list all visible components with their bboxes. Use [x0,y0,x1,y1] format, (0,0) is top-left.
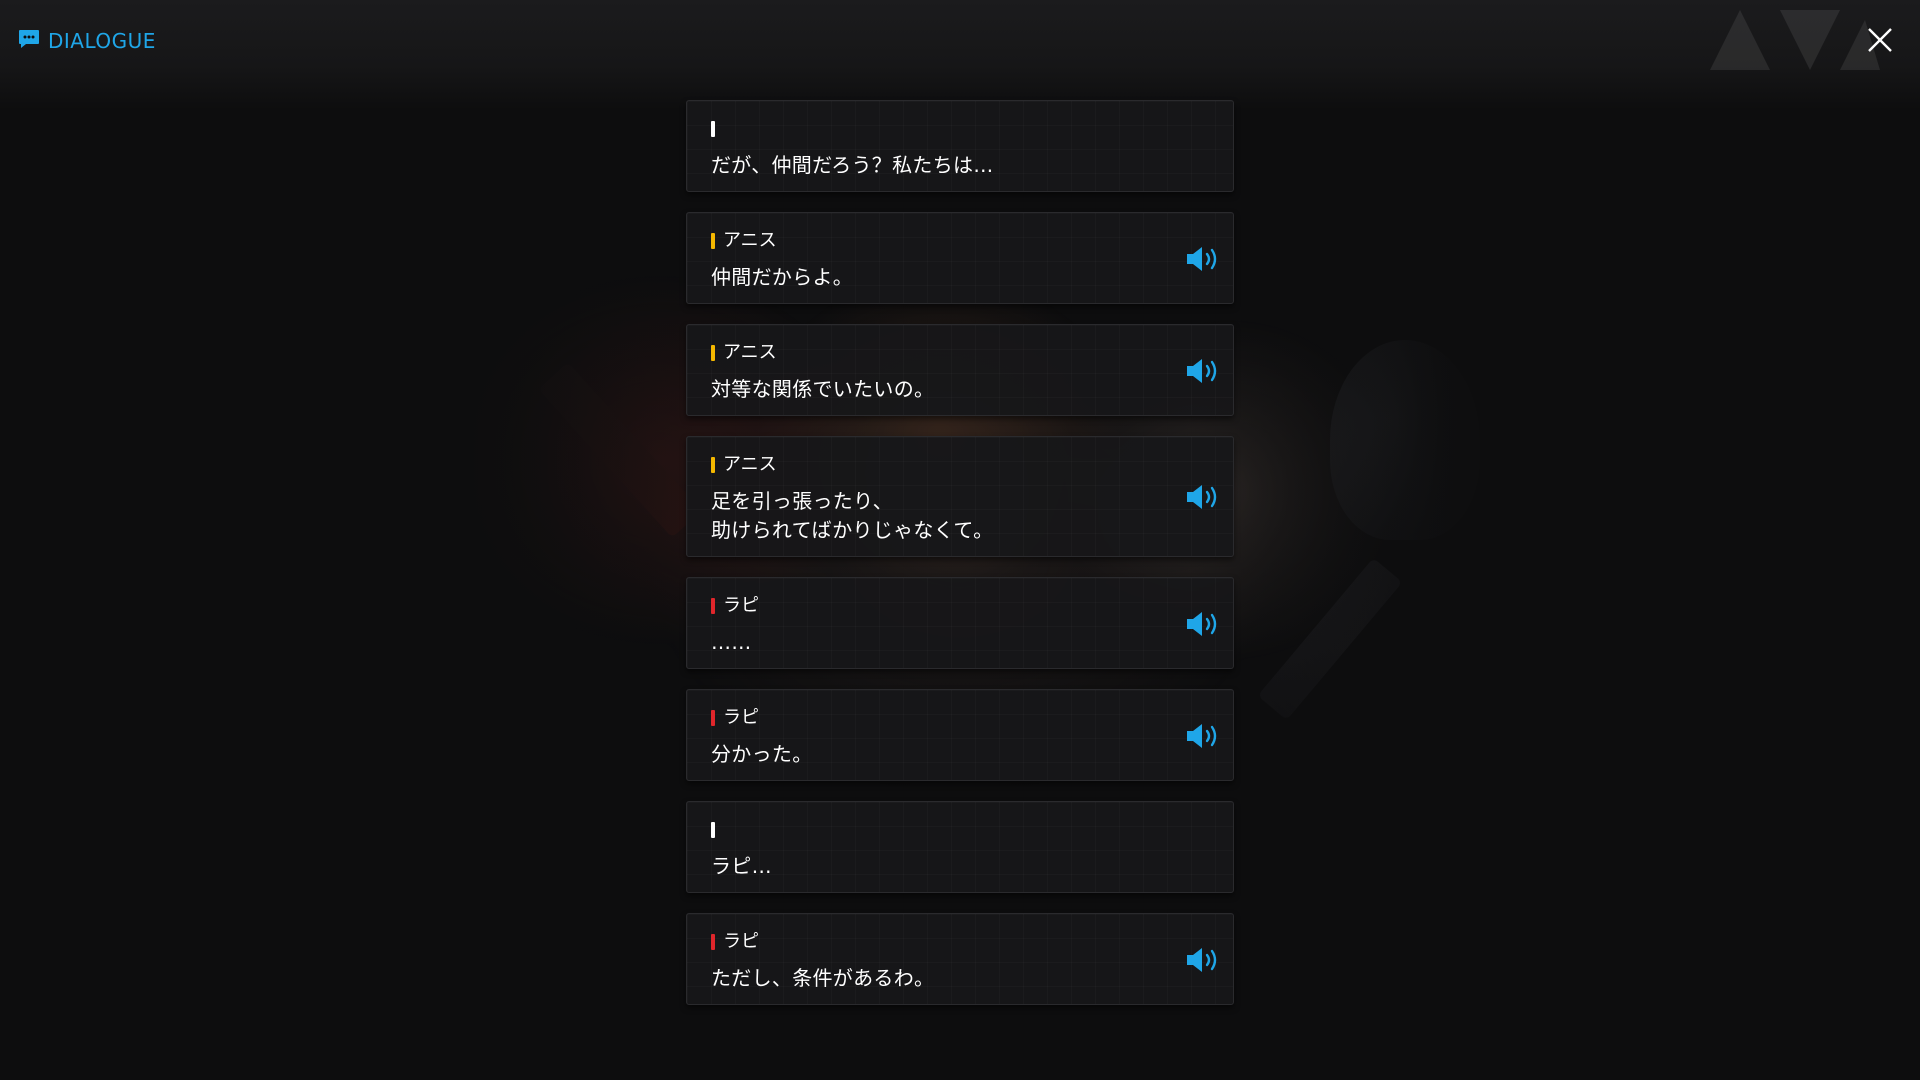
speaker-color-bar [711,121,715,137]
speaker-tag [711,119,723,139]
speaker-name: アニス [723,342,777,363]
voice-play-button[interactable] [1183,351,1223,391]
speaker-name: アニス [723,230,777,251]
speaker-color-bar [711,345,715,361]
dialogue-text: ただし、条件があるわ。 [711,966,935,990]
speaker-color-bar [711,934,715,950]
dialogue-entry: アニス 対等な関係でいたいの。 [686,324,1234,416]
dialogue-entry: アニス 仲間だからよ。 [686,212,1234,304]
header-decoration [1710,10,1880,70]
dialogue-entry: ラピ 分かった。 [686,689,1234,781]
voice-play-button[interactable] [1183,477,1223,517]
speaker-name: ラピ [723,707,759,728]
dialogue-entry: ラピ ただし、条件があるわ。 [686,913,1234,1005]
speaker-name: ラピ [723,931,759,952]
dialogue-title-group: DIALOGUE [18,28,156,54]
dialogue-title: DIALOGUE [48,29,156,53]
speaker-tag: ラピ [711,708,759,728]
dialogue-header: DIALOGUE [0,0,1920,110]
dialogue-entry: ラピ… [686,801,1234,893]
speaker-color-bar [711,233,715,249]
chat-bubble-icon [18,29,40,53]
close-icon [1868,28,1892,52]
speaker-icon [1187,612,1217,636]
speaker-tag: アニス [711,343,777,363]
speaker-tag: アニス [711,231,777,251]
speaker-color-bar [711,710,715,726]
speaker-tag: ラピ [711,932,759,952]
speaker-icon [1187,359,1217,383]
speaker-color-bar [711,822,715,838]
speaker-icon [1187,724,1217,748]
dialogue-text-line: 助けられてばかりじゃなくて。 [711,518,994,542]
speaker-color-bar [711,598,715,614]
voice-play-button[interactable] [1183,239,1223,279]
speaker-tag: アニス [711,455,777,475]
speaker-icon [1187,247,1217,271]
speaker-name: アニス [723,454,777,475]
dialogue-text: だが、仲間だろう？私たちは… [711,153,994,177]
speaker-tag [711,820,723,840]
speaker-icon [1187,485,1217,509]
voice-play-button[interactable] [1183,940,1223,980]
dialogue-log[interactable]: だが、仲間だろう？私たちは… アニス 仲間だからよ。 アニス 対等な関係でいたい… [686,100,1234,1050]
dialogue-text: 仲間だからよ。 [711,265,854,289]
dialogue-entry: ラピ …… [686,577,1234,669]
voice-play-button[interactable] [1183,604,1223,644]
dialogue-text: 対等な関係でいたいの。 [711,377,935,401]
speaker-name: ラピ [723,595,759,616]
dialogue-entry: アニス 足を引っ張ったり、 助けられてばかりじゃなくて。 [686,436,1234,557]
dialogue-text: ラピ… [711,854,772,878]
voice-play-button[interactable] [1183,716,1223,756]
close-button[interactable] [1860,20,1900,60]
dialogue-text: 足を引っ張ったり、 助けられてばかりじゃなくて。 [711,487,1171,545]
dialogue-text: …… [711,630,752,654]
dialogue-entry: だが、仲間だろう？私たちは… [686,100,1234,192]
speaker-icon [1187,948,1217,972]
speaker-color-bar [711,457,715,473]
dialogue-text: 分かった。 [711,742,813,766]
speaker-tag: ラピ [711,596,759,616]
dialogue-text-line: 足を引っ張ったり、 [711,489,893,513]
